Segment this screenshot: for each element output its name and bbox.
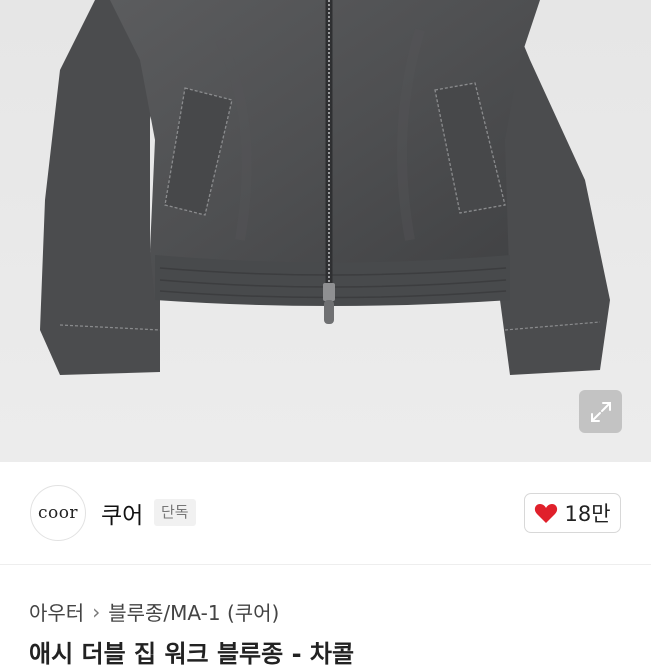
exclusive-badge: 단독 <box>154 499 196 526</box>
divider <box>0 564 651 565</box>
brand-row: coor 쿠어 단독 18만 <box>0 462 651 564</box>
expand-image-button[interactable] <box>579 390 622 433</box>
product-title: 애시 더블 집 워크 블루종 - 차콜 <box>29 640 355 668</box>
breadcrumb: 아우터 › 블루종/MA-1 (쿠어) <box>29 597 279 626</box>
chevron-right-icon: › <box>92 599 101 624</box>
jacket-illustration <box>0 0 651 462</box>
breadcrumb-subcategory[interactable]: 블루종/MA-1 (쿠어) <box>108 597 279 626</box>
brand-name[interactable]: 쿠어 <box>101 496 143 530</box>
product-image[interactable] <box>0 0 651 462</box>
breadcrumb-category[interactable]: 아우터 <box>29 597 84 626</box>
heart-icon <box>535 504 558 523</box>
like-count: 18만 <box>564 502 611 526</box>
expand-icon <box>590 401 611 422</box>
like-button[interactable]: 18만 <box>524 493 621 533</box>
brand-logo[interactable]: coor <box>30 485 86 541</box>
